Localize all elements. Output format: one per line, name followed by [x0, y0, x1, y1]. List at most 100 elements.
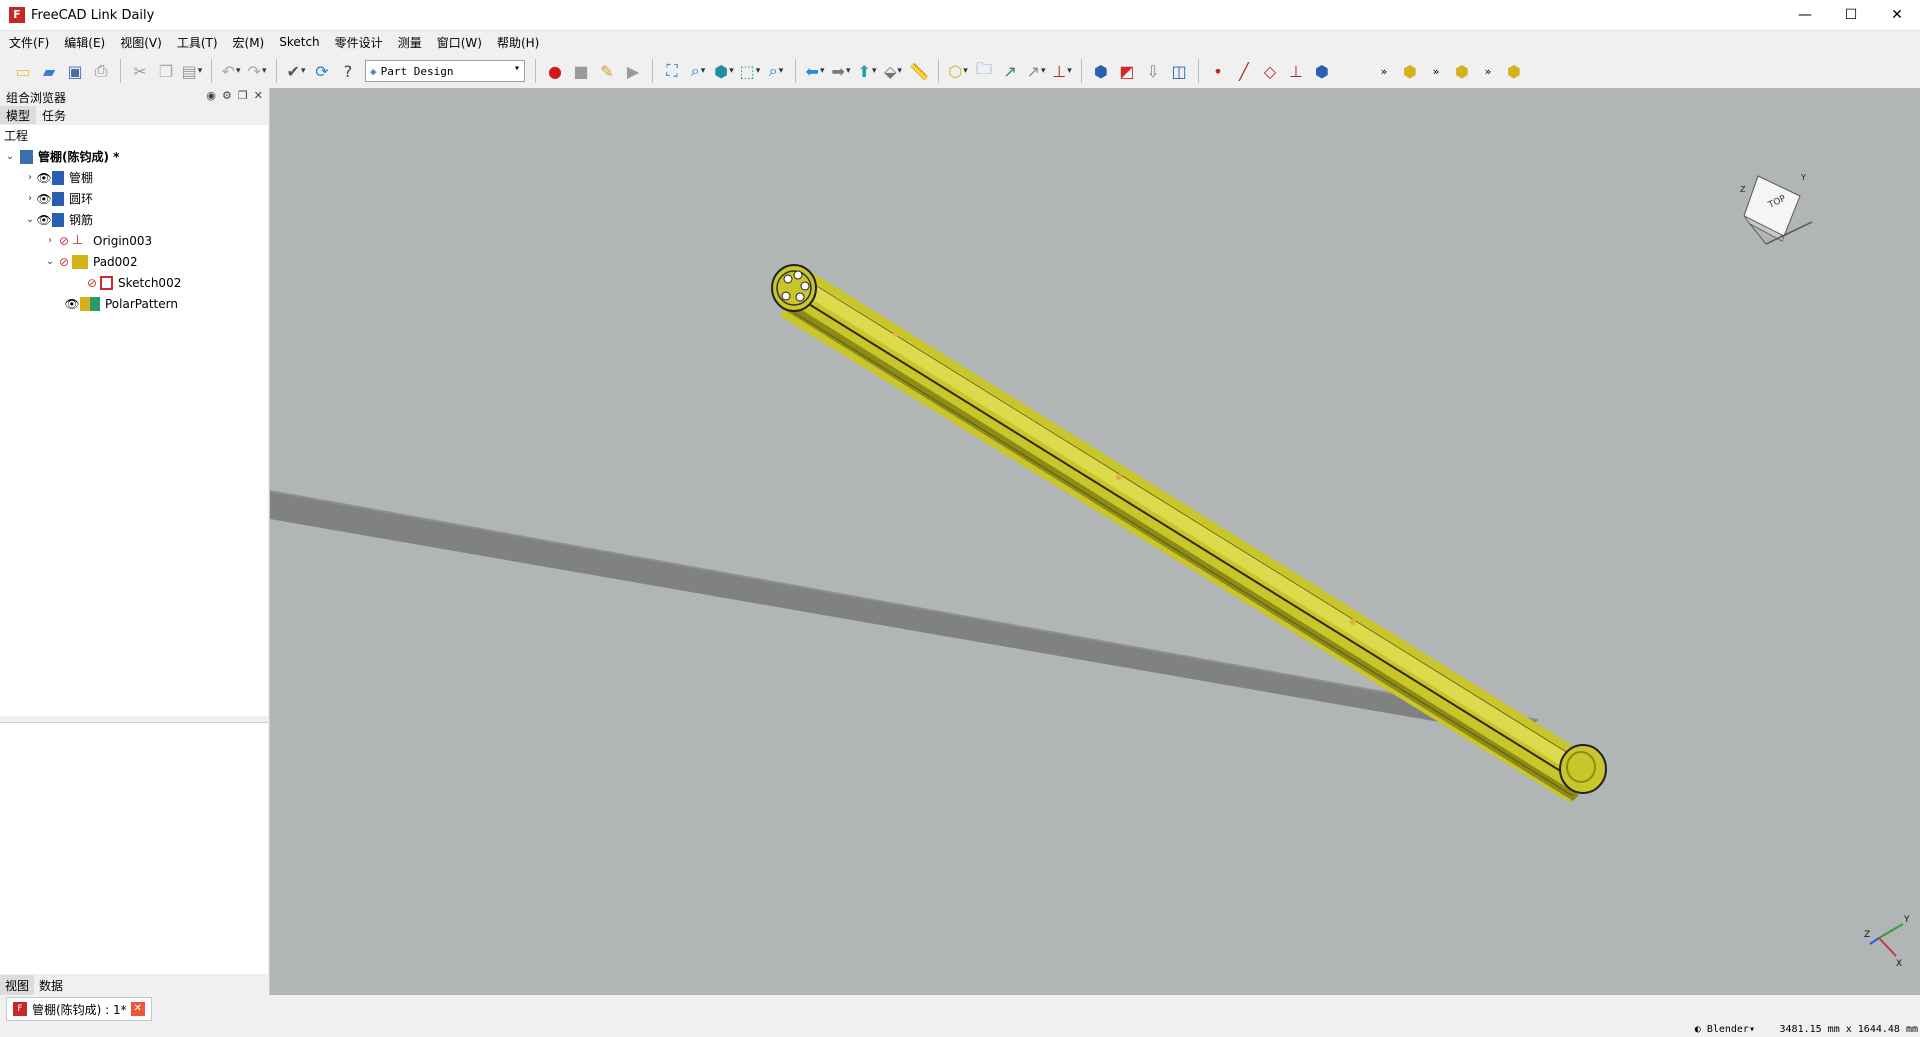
toolbar-overflow-icon[interactable]: »	[1371, 58, 1397, 84]
isometric-view-icon[interactable]: ⬙	[880, 58, 906, 84]
link-actions-icon[interactable]: ↗	[1023, 58, 1049, 84]
macro-record-icon[interactable]: ●	[542, 58, 568, 84]
up-icon[interactable]: ⬆	[854, 58, 880, 84]
forward-icon[interactable]: ➡	[828, 58, 854, 84]
hidden-eye-icon[interactable]: ⊘	[84, 276, 100, 290]
recompute-icon[interactable]: ⟳	[309, 58, 335, 84]
local-cs-icon[interactable]: ⊥	[1283, 58, 1309, 84]
cut-icon[interactable]: ✂	[127, 58, 153, 84]
shape-binder-icon[interactable]: ⬢	[1309, 58, 1335, 84]
pad-icon[interactable]: ⬢	[1449, 58, 1475, 84]
3d-viewport[interactable]: TOP Z Y Y X Z	[270, 88, 1920, 995]
pocket-icon[interactable]: ⬢	[1501, 58, 1527, 84]
tree-item-origin003[interactable]: › ⊘ ⊥ Origin003	[0, 230, 268, 251]
gear-icon[interactable]: ⚙	[222, 89, 232, 102]
macro-stop-icon[interactable]: ■	[568, 58, 594, 84]
measure-icon[interactable]: 📏	[906, 58, 932, 84]
menu-macro[interactable]: 宏(M)	[233, 34, 265, 51]
tree-item-yuanhuan[interactable]: › 👁 圆环	[0, 188, 268, 209]
whats-this-icon[interactable]: ?	[335, 58, 361, 84]
paste-icon[interactable]: ▤	[179, 58, 205, 84]
tree-item-guanpeng[interactable]: › 👁 管棚	[0, 167, 268, 188]
menu-edit[interactable]: 编辑(E)	[64, 34, 105, 51]
redo-icon[interactable]: ↷	[244, 58, 270, 84]
menu-part-design[interactable]: 零件设计	[335, 34, 383, 51]
close-window-button[interactable]: ✕	[1874, 0, 1920, 30]
datum-cs-icon[interactable]: ⊥	[1049, 58, 1075, 84]
pipe-end-cap-far[interactable]	[771, 264, 817, 312]
validate-sketch-icon[interactable]: ⇩	[1140, 58, 1166, 84]
tab-task[interactable]: 任务	[36, 106, 72, 124]
create-group-icon[interactable]: 🗀	[971, 58, 997, 84]
datum-line-icon[interactable]: ╱	[1231, 58, 1257, 84]
visibility-eye-icon[interactable]: 👁	[36, 171, 52, 185]
tree-item-document[interactable]: ⌄ 管棚(陈钧成) *	[0, 146, 268, 167]
tree-item-sketch002[interactable]: ⊘ Sketch002	[0, 272, 268, 293]
visibility-eye-icon[interactable]: 👁	[36, 213, 52, 227]
eye-icon[interactable]: ◉	[206, 89, 216, 102]
new-document-icon[interactable]: ▭	[10, 58, 36, 84]
print-icon[interactable]: ⎙	[88, 58, 114, 84]
chevron-down-icon[interactable]: ⌄	[24, 214, 36, 225]
back-icon[interactable]: ⬅	[802, 58, 828, 84]
menu-window[interactable]: 窗口(W)	[437, 34, 482, 51]
navigation-cube[interactable]: TOP Z Y	[1740, 173, 1813, 245]
visibility-eye-icon[interactable]: 👁	[36, 192, 52, 206]
zoom-icon[interactable]: ⌕	[763, 58, 789, 84]
chevron-down-icon[interactable]: ⌄	[4, 151, 16, 162]
create-part-icon[interactable]: ⬡	[945, 58, 971, 84]
chevron-right-icon[interactable]: ›	[24, 172, 36, 183]
navigation-style-selector[interactable]: ◐ Blender▾	[1695, 1024, 1755, 1035]
scene-canvas[interactable]: TOP Z Y Y X Z	[270, 88, 1920, 995]
pad-icon	[72, 254, 88, 269]
open-file-icon[interactable]: ▰	[36, 58, 62, 84]
maximize-button[interactable]: ☐	[1828, 0, 1874, 30]
toolbar-separator	[211, 59, 212, 83]
menu-sketch[interactable]: Sketch	[279, 35, 319, 49]
clone-icon[interactable]: ⬢	[1397, 58, 1423, 84]
float-icon[interactable]: ❐	[238, 89, 248, 102]
hidden-eye-icon[interactable]: ⊘	[56, 255, 72, 269]
menu-tools[interactable]: 工具(T)	[177, 34, 218, 51]
menu-help[interactable]: 帮助(H)	[497, 34, 539, 51]
fit-selection-icon[interactable]: ⌕	[685, 58, 711, 84]
tab-model[interactable]: 模型	[0, 106, 37, 124]
menu-measure[interactable]: 测量	[398, 34, 422, 51]
menu-file[interactable]: 文件(F)	[9, 34, 49, 51]
check-geometry-icon[interactable]: ◫	[1166, 58, 1192, 84]
bounding-box-icon[interactable]: ⬚	[737, 58, 763, 84]
datum-plane-icon[interactable]: ◇	[1257, 58, 1283, 84]
create-sketch-icon[interactable]: ◩	[1114, 58, 1140, 84]
macro-edit-icon[interactable]: ✎	[594, 58, 620, 84]
visibility-eye-icon[interactable]: 👁	[64, 297, 80, 311]
minimize-button[interactable]: —	[1782, 0, 1828, 30]
document-tab[interactable]: F 管棚(陈钧成) : 1* ✕	[6, 997, 152, 1021]
menu-view[interactable]: 视图(V)	[120, 34, 162, 51]
make-link-icon[interactable]: ↗	[997, 58, 1023, 84]
close-tab-icon[interactable]: ✕	[130, 1002, 145, 1016]
tree-item-polarpattern[interactable]: 👁 PolarPattern	[0, 293, 268, 314]
toolbar-overflow-icon[interactable]: »	[1475, 58, 1501, 84]
draw-style-icon[interactable]: ⬢	[711, 58, 737, 84]
tree-item-pad002[interactable]: ⌄ ⊘ Pad002	[0, 251, 268, 272]
tab-view[interactable]: 视图	[0, 975, 35, 995]
save-icon[interactable]: ▣	[62, 58, 88, 84]
macro-run-icon[interactable]: ▶	[620, 58, 646, 84]
axis-y-line	[1878, 923, 1904, 939]
body-icon	[52, 170, 64, 185]
datum-point-icon[interactable]: •	[1205, 58, 1231, 84]
close-icon[interactable]: ✕	[254, 89, 263, 102]
tab-data[interactable]: 数据	[34, 975, 68, 995]
chevron-right-icon[interactable]: ›	[44, 235, 56, 246]
workbench-selector[interactable]: ◈ Part Design ▾	[365, 60, 525, 82]
create-body-icon[interactable]: ⬢	[1088, 58, 1114, 84]
undo-icon[interactable]: ↶	[218, 58, 244, 84]
tree-item-gangjin[interactable]: ⌄ 👁 钢筋	[0, 209, 268, 230]
chevron-down-icon[interactable]: ⌄	[44, 256, 56, 267]
hidden-eye-icon[interactable]: ⊘	[56, 234, 72, 248]
fit-all-icon[interactable]: ⛶	[659, 58, 685, 84]
toolbar-overflow-icon[interactable]: »	[1423, 58, 1449, 84]
copy-icon[interactable]: ❐	[153, 58, 179, 84]
chevron-right-icon[interactable]: ›	[24, 193, 36, 204]
refresh-check-icon[interactable]: ✔	[283, 58, 309, 84]
